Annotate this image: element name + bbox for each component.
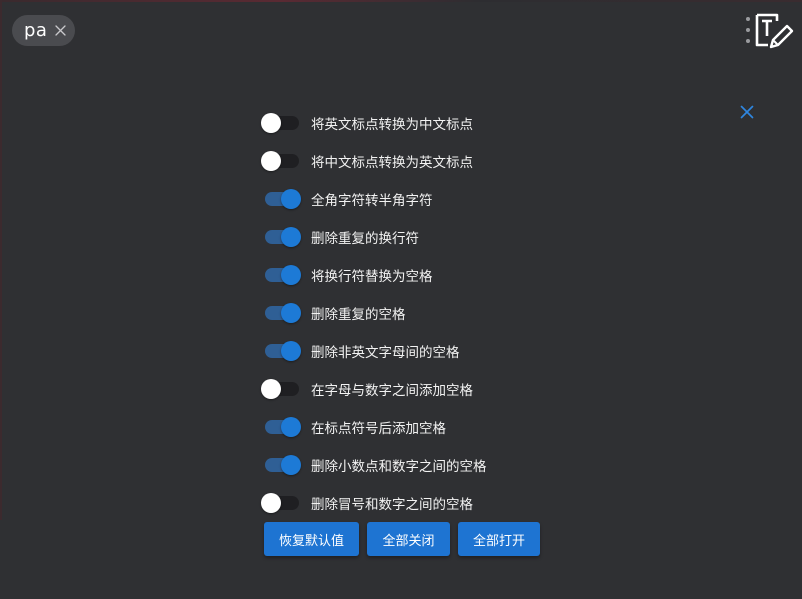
toggle-knob [281, 189, 301, 209]
toggle-knob [261, 493, 281, 513]
option-label: 在标点符号后添加空格 [311, 421, 446, 437]
kebab-menu-icon[interactable] [744, 17, 752, 43]
option-label: 删除重复的换行符 [311, 231, 419, 247]
option-toggle[interactable] [261, 189, 301, 209]
option-row[interactable]: 在标点符号后添加空格 [261, 408, 446, 446]
option-toggle[interactable] [261, 379, 301, 399]
close-icon[interactable] [740, 105, 754, 119]
toggle-knob [281, 227, 301, 247]
option-toggle[interactable] [261, 113, 301, 133]
option-label: 将中文标点转换为英文标点 [311, 155, 473, 171]
toggle-knob [261, 151, 281, 171]
option-toggle[interactable] [261, 417, 301, 437]
option-toggle[interactable] [261, 455, 301, 475]
option-row[interactable]: 删除重复的换行符 [261, 218, 419, 256]
kebab-dot [746, 17, 750, 21]
option-row[interactable]: 将英文标点转换为中文标点 [261, 104, 473, 142]
tab-chip-label: pa [24, 19, 48, 41]
toggle-knob [261, 113, 281, 133]
option-row[interactable]: 删除冒号和数字之间的空格 [261, 484, 473, 522]
option-toggle[interactable] [261, 151, 301, 171]
toggle-knob [281, 417, 301, 437]
restore-defaults-button[interactable]: 恢复默认值 [264, 522, 359, 556]
option-label: 将换行符替换为空格 [311, 269, 433, 285]
option-label: 删除重复的空格 [311, 307, 406, 323]
option-label: 删除小数点和数字之间的空格 [311, 459, 487, 475]
option-row[interactable]: 全角字符转半角字符 [261, 180, 433, 218]
option-row[interactable]: 将中文标点转换为英文标点 [261, 142, 473, 180]
option-toggle[interactable] [261, 265, 301, 285]
close-icon[interactable] [54, 24, 67, 37]
option-row[interactable]: 删除非英文字母间的空格 [261, 332, 460, 370]
option-row[interactable]: 在字母与数字之间添加空格 [261, 370, 473, 408]
background-strip-left [0, 0, 2, 520]
background-strip-top [0, 0, 802, 2]
option-toggle[interactable] [261, 227, 301, 247]
all-off-button[interactable]: 全部关闭 [367, 522, 450, 556]
toggle-knob [281, 303, 301, 323]
toggle-knob [281, 265, 301, 285]
toggle-knob [281, 341, 301, 361]
toggle-knob [261, 379, 281, 399]
option-label: 删除冒号和数字之间的空格 [311, 497, 473, 513]
option-label: 删除非英文字母间的空格 [311, 345, 460, 361]
tab-chip[interactable]: pa [12, 15, 75, 46]
kebab-dot [746, 39, 750, 43]
option-row[interactable]: 删除小数点和数字之间的空格 [261, 446, 487, 484]
option-label: 将英文标点转换为中文标点 [311, 117, 473, 133]
toggle-knob [281, 455, 301, 475]
option-toggle[interactable] [261, 341, 301, 361]
option-row[interactable]: 将换行符替换为空格 [261, 256, 433, 294]
all-on-button[interactable]: 全部打开 [458, 522, 540, 556]
option-row[interactable]: 删除重复的空格 [261, 294, 406, 332]
option-label: 全角字符转半角字符 [311, 193, 433, 209]
option-label: 在字母与数字之间添加空格 [311, 383, 473, 399]
text-edit-logo-icon[interactable] [754, 12, 794, 50]
kebab-dot [746, 28, 750, 32]
app-window: pa 将英文标点转换为中文标点 将中文标点转换为英文标点 全角字符转半角字符 删除重复… [0, 0, 802, 599]
option-toggle[interactable] [261, 493, 301, 513]
option-toggle[interactable] [261, 303, 301, 323]
